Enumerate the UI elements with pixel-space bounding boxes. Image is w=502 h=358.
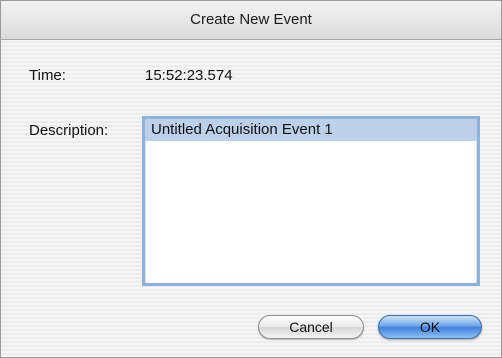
ok-button[interactable]: OK [378, 315, 482, 339]
description-field[interactable]: Untitled Acquisition Event 1 [142, 116, 480, 286]
time-label: Time: [29, 67, 66, 84]
description-text: Untitled Acquisition Event 1 [151, 121, 333, 138]
description-label: Description: [29, 122, 109, 139]
cancel-button[interactable]: Cancel [258, 315, 364, 339]
time-value: 15:52:23.574 [145, 67, 233, 84]
create-new-event-dialog: Create New Event Time: 15:52:23.574 Desc… [0, 0, 502, 358]
dialog-title: Create New Event [1, 1, 501, 40]
